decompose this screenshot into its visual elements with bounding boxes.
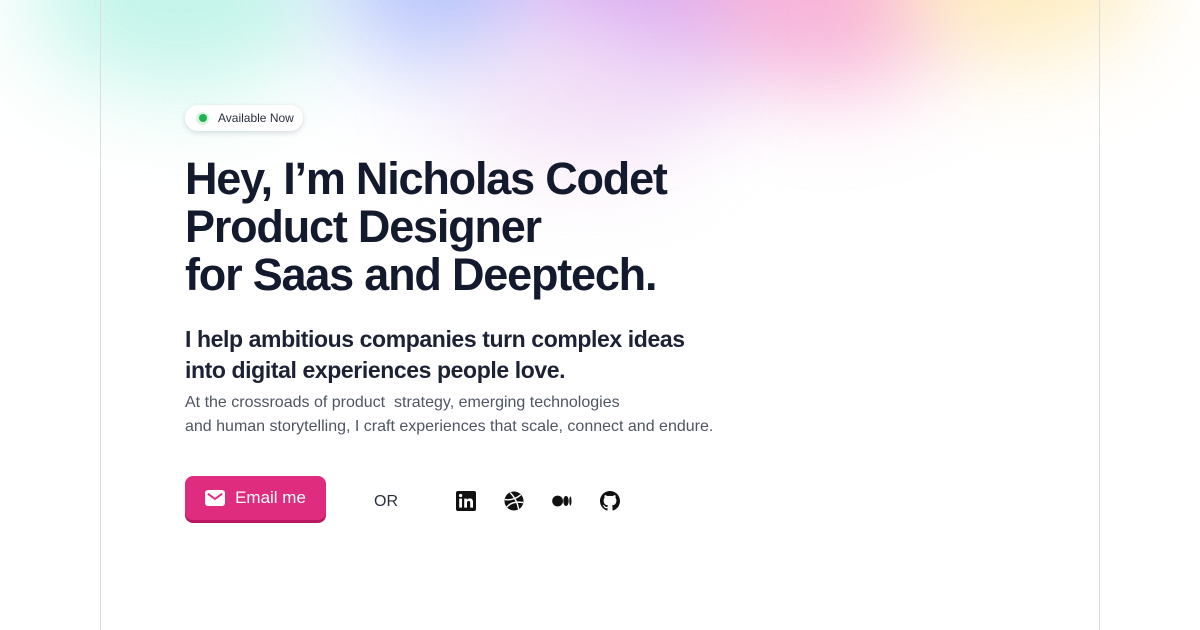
subheadline: I help ambitious companies turn complex … — [185, 324, 885, 386]
availability-label: Available Now — [218, 111, 294, 125]
background-glow-blue — [330, 0, 570, 70]
background-glow-yellow — [890, 0, 1150, 60]
page-title: Hey, I’m Nicholas Codet Product Designer… — [185, 155, 885, 299]
status-dot-icon — [196, 111, 209, 125]
background-glow-pink — [700, 0, 960, 90]
subheadline-line-2: into digital experiences people love. — [185, 357, 566, 383]
headline-line-1: Hey, I’m Nicholas Codet — [185, 153, 668, 204]
intro-line-2: and human storytelling, I craft experien… — [185, 418, 714, 435]
frame-right-border — [1099, 0, 1100, 630]
intro-paragraph: At the crossroads of product strategy, e… — [185, 391, 885, 439]
dribbble-icon[interactable] — [504, 491, 524, 511]
hero-section: Available Now Hey, I’m Nicholas Codet Pr… — [185, 105, 885, 525]
availability-badge: Available Now — [185, 105, 303, 131]
frame-left-border — [100, 0, 101, 630]
email-me-button[interactable]: Email me — [185, 476, 326, 520]
background-glow-mint — [30, 0, 330, 90]
email-me-label: Email me — [235, 488, 306, 507]
headline-line-3: for Saas and Deeptech. — [185, 249, 657, 300]
subheadline-line-1: I help ambitious companies turn complex … — [185, 326, 685, 352]
social-links — [456, 491, 620, 511]
linkedin-icon[interactable] — [456, 491, 476, 511]
contact-row: Email me OR — [185, 475, 885, 525]
or-separator: OR — [374, 493, 398, 510]
background-glow-violet — [520, 0, 780, 90]
headline-line-2: Product Designer — [185, 201, 542, 252]
intro-line-1: At the crossroads of product strategy, e… — [185, 394, 620, 411]
github-icon[interactable] — [600, 491, 620, 511]
mail-icon — [205, 490, 226, 506]
medium-icon[interactable] — [552, 491, 572, 511]
